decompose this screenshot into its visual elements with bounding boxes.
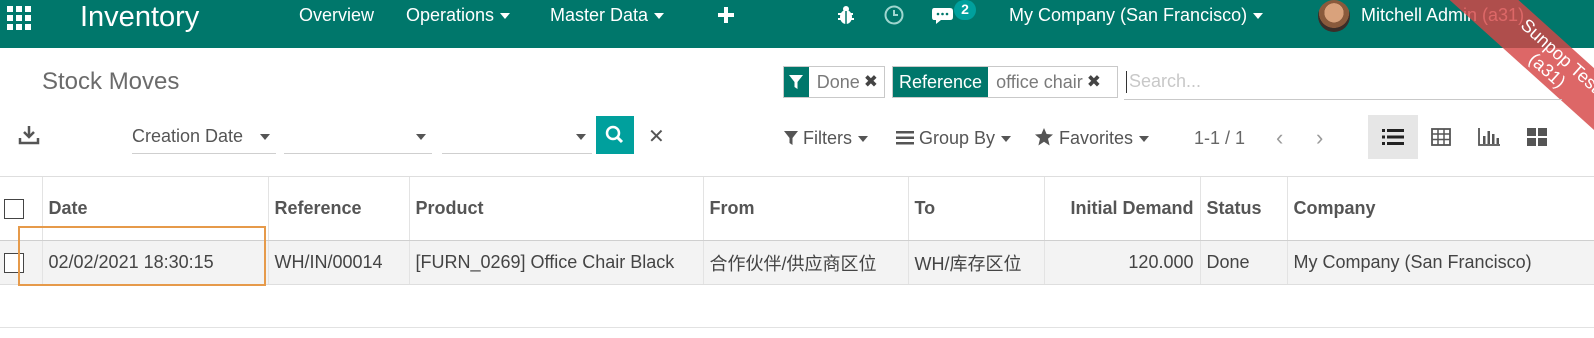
remove-facet-icon[interactable]: ✖ xyxy=(1087,67,1107,97)
date-to-select[interactable] xyxy=(442,118,592,154)
chevron-down-icon xyxy=(654,13,665,20)
chevron-down-icon xyxy=(500,13,511,20)
column-header-status[interactable]: Status xyxy=(1199,176,1287,241)
user-menu[interactable]: Mitchell Admin (a31) xyxy=(1361,0,1524,30)
search-input[interactable]: Search... xyxy=(1124,66,1562,100)
cell-from[interactable]: 合作伙伴/供应商区位 xyxy=(702,240,908,285)
graph-view-icon[interactable] xyxy=(1464,115,1514,159)
cell-date[interactable]: 02/02/2021 18:30:15 xyxy=(41,240,268,285)
list-view-icon[interactable] xyxy=(1368,115,1418,159)
user-avatar[interactable] xyxy=(1318,0,1350,32)
company-switcher[interactable]: My Company (San Francisco) xyxy=(1009,0,1264,30)
table-header-row: Date Reference Product From To Initial D… xyxy=(0,176,1594,241)
cell-status[interactable]: Done xyxy=(1199,240,1287,285)
facet-tag: Reference xyxy=(893,67,989,97)
download-icon[interactable] xyxy=(18,124,40,146)
cell-to[interactable]: WH/库存区位 xyxy=(907,240,1044,285)
app-title[interactable]: Inventory xyxy=(80,0,199,34)
filter-icon xyxy=(784,131,798,145)
select-all-checkbox-cell[interactable] xyxy=(0,176,42,241)
column-header-company[interactable]: Company xyxy=(1286,176,1594,241)
column-header-product[interactable]: Product xyxy=(408,176,703,241)
filter-icon xyxy=(784,67,809,97)
group-by-button[interactable]: Group By xyxy=(896,126,1012,150)
clear-date-icon[interactable]: ✕ xyxy=(648,124,665,149)
pager-value[interactable]: 1-1 / 1 xyxy=(1194,126,1245,150)
cell-initial-demand[interactable]: 120.000 xyxy=(1043,240,1200,285)
column-header-initial-demand[interactable]: Initial Demand xyxy=(1043,176,1200,241)
chevron-down-icon xyxy=(260,134,270,140)
cell-reference[interactable]: WH/IN/00014 xyxy=(267,240,409,285)
cell-product[interactable]: [FURN_0269] Office Chair Black xyxy=(408,240,703,285)
facet-value: office chair xyxy=(988,67,1087,97)
divider xyxy=(0,327,1594,328)
filters-button[interactable]: Filters xyxy=(784,126,869,150)
menu-overview[interactable]: Overview xyxy=(299,0,374,30)
pivot-view-icon[interactable] xyxy=(1416,115,1466,159)
menu-master-data[interactable]: Master Data xyxy=(550,0,665,30)
facet-value: Done xyxy=(808,67,864,97)
pager-previous-icon[interactable]: ‹ xyxy=(1276,126,1283,150)
search-button[interactable] xyxy=(596,116,634,154)
page-title: Stock Moves xyxy=(42,68,180,95)
apps-menu-icon[interactable] xyxy=(6,5,32,31)
column-header-reference[interactable]: Reference xyxy=(267,176,409,241)
stock-moves-table: Date Reference Product From To Initial D… xyxy=(0,176,1594,285)
row-checkbox-cell[interactable] xyxy=(0,240,42,285)
chevron-down-icon xyxy=(1001,136,1012,143)
debug-bug-icon[interactable] xyxy=(835,4,857,26)
date-from-select[interactable] xyxy=(284,118,432,154)
messages-count-badge: 2 xyxy=(954,0,976,20)
select-all-checkbox[interactable] xyxy=(4,199,24,220)
bars-icon xyxy=(896,131,914,145)
star-icon xyxy=(1035,128,1053,146)
pager-next-icon[interactable]: › xyxy=(1316,126,1323,150)
chevron-down-icon xyxy=(858,136,869,143)
table-row[interactable]: 02/02/2021 18:30:15 WH/IN/00014 [FURN_02… xyxy=(0,240,1594,285)
activity-clock-icon[interactable] xyxy=(883,4,905,26)
search-facet-done[interactable]: Done ✖ xyxy=(783,66,885,98)
column-header-from[interactable]: From xyxy=(702,176,908,241)
column-header-date[interactable]: Date xyxy=(41,176,268,241)
kanban-view-icon[interactable] xyxy=(1512,115,1562,159)
search-facet-reference[interactable]: Reference office chair ✖ xyxy=(892,66,1118,98)
favorites-button[interactable]: Favorites xyxy=(1034,126,1150,150)
quick-create-plus-icon[interactable] xyxy=(715,4,737,26)
date-field-select[interactable]: Creation Date xyxy=(132,118,276,154)
menu-operations[interactable]: Operations xyxy=(406,0,511,30)
chevron-down-icon xyxy=(1139,136,1150,143)
chevron-down-icon xyxy=(1253,13,1264,20)
messages-chat-icon[interactable] xyxy=(931,4,957,26)
top-navbar: Inventory Overview Operations Master Dat… xyxy=(0,0,1594,48)
chevron-down-icon xyxy=(416,134,426,140)
cell-company[interactable]: My Company (San Francisco) xyxy=(1286,240,1594,285)
column-header-to[interactable]: To xyxy=(907,176,1044,241)
text-cursor xyxy=(1126,71,1127,94)
chevron-down-icon xyxy=(576,134,586,140)
row-checkbox[interactable] xyxy=(4,253,24,274)
remove-facet-icon[interactable]: ✖ xyxy=(864,67,884,97)
search-placeholder: Search... xyxy=(1129,71,1202,91)
